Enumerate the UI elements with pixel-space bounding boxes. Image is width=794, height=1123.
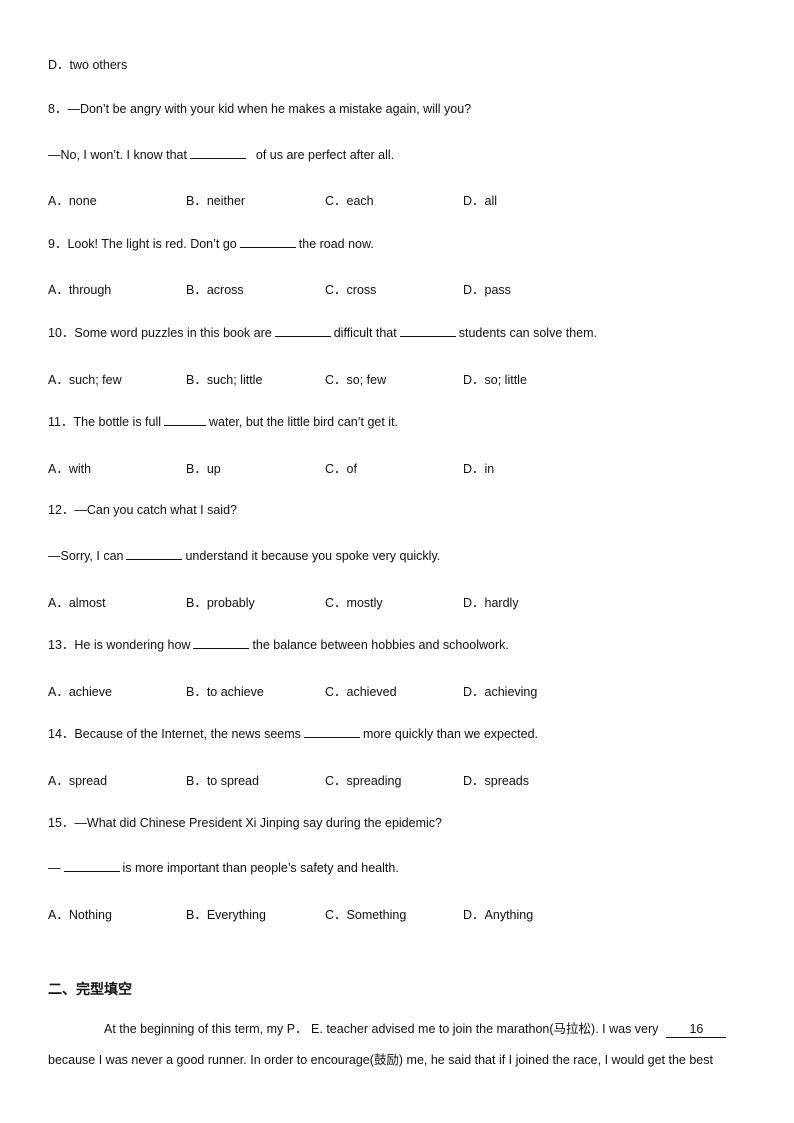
option-b: B．neither [186,194,246,208]
stem-text: the road now. [298,237,374,251]
passage-line-1: At the beginning of this term, my P． E. … [48,1021,727,1038]
option-c: C．so; few [325,373,387,387]
stem-text: —Sorry, I can [48,549,124,563]
stem-text: — [48,861,61,875]
answer-blank [399,324,456,337]
option-a: A．such; few [48,373,122,387]
option-b: B．to achieve [186,685,264,699]
stem-text: 12．—Can you catch what I said? [48,503,237,517]
option-a: A．Nothing [48,908,112,922]
question-stem: 8．—Don’t be angry with your kid when he … [48,101,471,117]
question-stem: —No, I won’t. I know that of us are perf… [48,146,394,163]
answer-blank [193,636,250,649]
stem-text: 9．Look! The light is red. Don’t go [48,237,237,251]
answer-blank [239,235,296,248]
stem-text: is more important than people’s safety a… [122,861,399,875]
option-d: D．hardly [463,596,519,610]
option-c: C．achieved [325,685,397,699]
stem-text: 14．Because of the Internet, the news see… [48,727,301,741]
option-b: B．across [186,283,244,297]
stem-text: 15．—What did Chinese President Xi Jinpin… [48,816,442,830]
answer-blank [189,146,246,159]
option-b: B．such; little [186,373,263,387]
blank-16: 16 [666,1021,727,1038]
passage-line-2: because I was never a good runner. In or… [48,1053,713,1067]
option-a: A．almost [48,596,106,610]
stem-text: 10．Some word puzzles in this book are [48,326,272,340]
question-stem: 9．Look! The light is red. Don’t go the ro… [48,235,374,252]
option-d: D．achieving [463,685,538,699]
option-b: B．up [186,462,221,476]
option-a: A．with [48,462,92,476]
stem-text: water, but the little bird can’t get it. [209,415,399,429]
answer-blank [274,324,331,337]
option-b: B．Everything [186,908,266,922]
option-c: C．cross [325,283,377,297]
question-stem: 14．Because of the Internet, the news see… [48,725,538,742]
option-c: C．mostly [325,596,383,610]
stem-text: the balance between hobbies and schoolwo… [252,638,509,652]
option-a: A．spread [48,774,108,788]
answer-blank [303,725,360,738]
option-a: A．achieve [48,685,112,699]
option-d: D．spreads [463,774,529,788]
question-stem: 15．—What did Chinese President Xi Jinpin… [48,815,442,831]
stem-text: students can solve them. [458,326,598,340]
option-b: B．probably [186,596,255,610]
question-stem: 13．He is wondering how the balance betwee… [48,636,509,653]
option-a: A．none [48,194,97,208]
option-d: D．Anything [463,908,534,922]
section-heading: 二、完型填空 [48,981,132,997]
option-d: D．so; little [463,373,527,387]
stem-text: difficult that [333,326,397,340]
passage-text: At the beginning of this term, my P． E. … [104,1022,659,1036]
stem-text: of us are perfect after all. [248,148,395,162]
option-d: D．in [463,462,495,476]
question-stem: — is more important than people’s safety … [48,859,399,876]
option-c: C．spreading [325,774,402,788]
option-c: C．each [325,194,374,208]
question-stem: 12．—Can you catch what I said? [48,502,237,518]
option-d: D．all [463,194,498,208]
question-stem: —Sorry, I can understand it because you s… [48,547,440,564]
stem-text: understand it because you spoke very qui… [185,549,441,563]
option-d: D．pass [463,283,511,297]
question-stem: 11．The bottle is full water, but the litt… [48,413,398,430]
stem-text: —No, I won’t. I know that [48,148,187,162]
stem-text: more quickly than we expected. [362,727,539,741]
answer-blank [126,547,183,560]
option-a: A．through [48,283,112,297]
stem-text: 13．He is wondering how [48,638,191,652]
question-stem: 10．Some word puzzles in this book are dif… [48,324,597,341]
previous-option-d: D．two others [48,58,128,72]
stem-text: 8．—Don’t be angry with your kid when he … [48,102,472,116]
answer-blank [63,859,120,872]
answer-blank [164,413,207,426]
option-c: C．Something [325,908,407,922]
option-b: B．to spread [186,774,259,788]
stem-text: 11．The bottle is full [48,415,162,429]
option-c: C．of [325,462,357,476]
